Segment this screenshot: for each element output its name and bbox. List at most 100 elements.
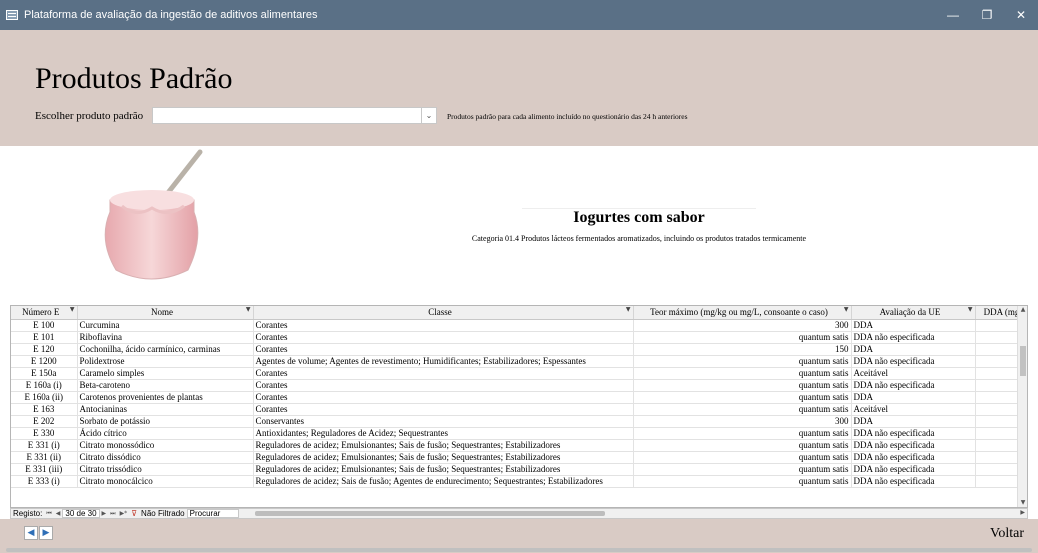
table-cell[interactable]: DDA não especificada bbox=[851, 379, 976, 392]
table-cell[interactable]: DDA bbox=[851, 415, 976, 428]
scroll-down-icon[interactable]: ▼ bbox=[1018, 499, 1027, 507]
vertical-scroll-thumb[interactable] bbox=[1020, 346, 1026, 376]
table-cell[interactable]: quantum satis bbox=[633, 403, 852, 416]
sort-dropdown-icon[interactable]: ▼ bbox=[246, 306, 251, 313]
table-cell[interactable]: E 331 (i) bbox=[11, 439, 78, 452]
table-cell[interactable]: 150 bbox=[633, 343, 852, 356]
form-horizontal-scrollbar[interactable] bbox=[6, 548, 1032, 552]
table-cell[interactable]: Corantes bbox=[253, 331, 634, 344]
table-cell[interactable]: Reguladores de acidez; Sais de fusão; Ag… bbox=[253, 475, 634, 488]
additives-datasheet[interactable]: Número E ▼ Nome ▼ Classe ▼ Teor máximo (mg/kg … bbox=[10, 305, 1028, 508]
table-cell[interactable]: Curcumina bbox=[77, 319, 254, 332]
first-record-icon[interactable]: ⏮ bbox=[44, 510, 53, 518]
table-cell[interactable]: quantum satis bbox=[633, 451, 852, 464]
table-cell[interactable]: Citrato trissódico bbox=[77, 463, 254, 476]
table-row[interactable]: E 101 Riboflavina Corantes quantum satis DDA… bbox=[11, 331, 1027, 344]
table-cell[interactable]: quantum satis bbox=[633, 427, 852, 440]
table-cell[interactable]: Citrato dissódico bbox=[77, 451, 254, 464]
table-cell[interactable]: E 333 (i) bbox=[11, 475, 78, 488]
table-cell[interactable]: E 160a (ii) bbox=[11, 391, 78, 404]
table-cell[interactable]: Reguladores de acidez; Emulsionantes; Sa… bbox=[253, 451, 634, 464]
last-record-icon[interactable]: ⏭ bbox=[108, 510, 117, 518]
table-cell[interactable]: DDA não especificada bbox=[851, 451, 976, 464]
filter-icon[interactable]: ⊽ bbox=[129, 509, 139, 518]
previous-record-icon[interactable]: ◀ bbox=[54, 510, 63, 517]
table-cell[interactable]: 300 bbox=[633, 319, 852, 332]
table-row[interactable]: E 333 (i) Citrato monocálcico Reguladores … bbox=[11, 475, 1027, 488]
table-cell[interactable]: Corantes bbox=[253, 343, 634, 356]
record-position-field[interactable]: 30 de 30 bbox=[62, 509, 100, 518]
table-cell[interactable]: quantum satis bbox=[633, 331, 852, 344]
table-row[interactable]: E 150a Caramelo simples Corantes quantum sa… bbox=[11, 367, 1027, 380]
close-button[interactable]: ✕ bbox=[1004, 0, 1038, 30]
horizontal-scrollbar[interactable]: ▶ bbox=[245, 509, 1027, 517]
table-cell[interactable]: E 330 bbox=[11, 427, 78, 440]
table-row[interactable]: E 331 (iii) Citrato trissódico Reguladores… bbox=[11, 463, 1027, 476]
table-cell[interactable]: DDA bbox=[851, 391, 976, 404]
table-cell[interactable]: DDA não especificada bbox=[851, 439, 976, 452]
table-cell[interactable]: DDA bbox=[851, 343, 976, 356]
column-header[interactable]: Nome ▼ bbox=[77, 306, 254, 320]
table-cell[interactable]: E 163 bbox=[11, 403, 78, 416]
table-cell[interactable]: Polidextrose bbox=[77, 355, 254, 368]
table-cell[interactable]: quantum satis bbox=[633, 475, 852, 488]
new-record-icon[interactable]: ▶* bbox=[118, 510, 130, 517]
table-row[interactable]: E 163 Antocianinas Corantes quantum satis Ac… bbox=[11, 403, 1027, 416]
table-cell[interactable]: E 100 bbox=[11, 319, 78, 332]
scroll-right-icon[interactable]: ▶ bbox=[1020, 509, 1025, 516]
table-cell[interactable]: E 120 bbox=[11, 343, 78, 356]
table-cell[interactable]: E 202 bbox=[11, 415, 78, 428]
table-cell[interactable]: quantum satis bbox=[633, 463, 852, 476]
restore-button[interactable]: ❐ bbox=[970, 0, 1004, 30]
table-cell[interactable]: quantum satis bbox=[633, 379, 852, 392]
table-cell[interactable]: DDA bbox=[851, 319, 976, 332]
table-row[interactable]: E 330 Ácido cítrico Antioxidantes; Regulad… bbox=[11, 427, 1027, 440]
next-product-button[interactable]: ▶ bbox=[39, 526, 53, 540]
table-row[interactable]: E 331 (i) Citrato monossódico Reguladores … bbox=[11, 439, 1027, 452]
table-cell[interactable]: 300 bbox=[633, 415, 852, 428]
next-record-icon[interactable]: ▶ bbox=[100, 510, 109, 517]
table-cell[interactable]: Corantes bbox=[253, 319, 634, 332]
table-cell[interactable]: DDA não especificada bbox=[851, 463, 976, 476]
column-header[interactable]: Número E ▼ bbox=[11, 306, 78, 320]
table-cell[interactable]: Riboflavina bbox=[77, 331, 254, 344]
table-cell[interactable]: quantum satis bbox=[633, 355, 852, 368]
table-cell[interactable]: quantum satis bbox=[633, 391, 852, 404]
table-cell[interactable]: Corantes bbox=[253, 379, 634, 392]
sort-dropdown-icon[interactable]: ▼ bbox=[968, 306, 973, 313]
vertical-scrollbar[interactable]: ▲ ▼ bbox=[1017, 306, 1027, 507]
table-cell[interactable]: Aceitável bbox=[851, 367, 976, 380]
horizontal-scroll-thumb[interactable] bbox=[254, 511, 605, 516]
table-cell[interactable]: DDA não especificada bbox=[851, 475, 976, 488]
table-cell[interactable]: Reguladores de acidez; Emulsionantes; Sa… bbox=[253, 463, 634, 476]
table-cell[interactable]: DDA não especificada bbox=[851, 427, 976, 440]
table-cell[interactable]: Agentes de volume; Agentes de revestimen… bbox=[253, 355, 634, 368]
table-row[interactable]: E 331 (ii) Citrato dissódico Reguladores d… bbox=[11, 451, 1027, 464]
table-cell[interactable]: Beta-caroteno bbox=[77, 379, 254, 392]
column-header[interactable]: Teor máximo (mg/kg ou mg/L, consoante o … bbox=[633, 306, 852, 320]
table-cell[interactable]: E 160a (i) bbox=[11, 379, 78, 392]
table-row[interactable]: E 160a (i) Beta-caroteno Corantes quantum s… bbox=[11, 379, 1027, 392]
table-row[interactable]: E 100 Curcumina Corantes 300 DDA bbox=[11, 319, 1027, 332]
table-cell[interactable]: Citrato monossódico bbox=[77, 439, 254, 452]
table-cell[interactable]: Corantes bbox=[253, 367, 634, 380]
filter-status[interactable]: Não Filtrado bbox=[139, 509, 187, 518]
table-cell[interactable]: DDA não especificada bbox=[851, 355, 976, 368]
table-row[interactable]: E 1200 Polidextrose Agentes de volume; Age… bbox=[11, 355, 1027, 368]
back-button[interactable]: Voltar bbox=[990, 526, 1024, 542]
table-row[interactable]: E 120 Cochonilha, ácido carmínico, carmin… bbox=[11, 343, 1027, 356]
sort-dropdown-icon[interactable]: ▼ bbox=[844, 306, 849, 313]
table-cell[interactable]: E 331 (ii) bbox=[11, 451, 78, 464]
table-cell[interactable]: E 150a bbox=[11, 367, 78, 380]
table-cell[interactable]: Corantes bbox=[253, 403, 634, 416]
table-cell[interactable]: Sorbato de potássio bbox=[77, 415, 254, 428]
chevron-down-icon[interactable]: ⌄ bbox=[421, 108, 436, 123]
table-cell[interactable]: DDA não especificada bbox=[851, 331, 976, 344]
table-row[interactable]: E 160a (ii) Carotenos provenientes de pla… bbox=[11, 391, 1027, 404]
table-cell[interactable]: Cochonilha, ácido carmínico, carminas bbox=[77, 343, 254, 356]
search-input[interactable]: Procurar bbox=[186, 509, 239, 518]
table-cell[interactable]: Conservantes bbox=[253, 415, 634, 428]
table-cell[interactable]: Aceitável bbox=[851, 403, 976, 416]
table-cell[interactable]: Ácido cítrico bbox=[77, 427, 254, 440]
table-cell[interactable]: E 331 (iii) bbox=[11, 463, 78, 476]
